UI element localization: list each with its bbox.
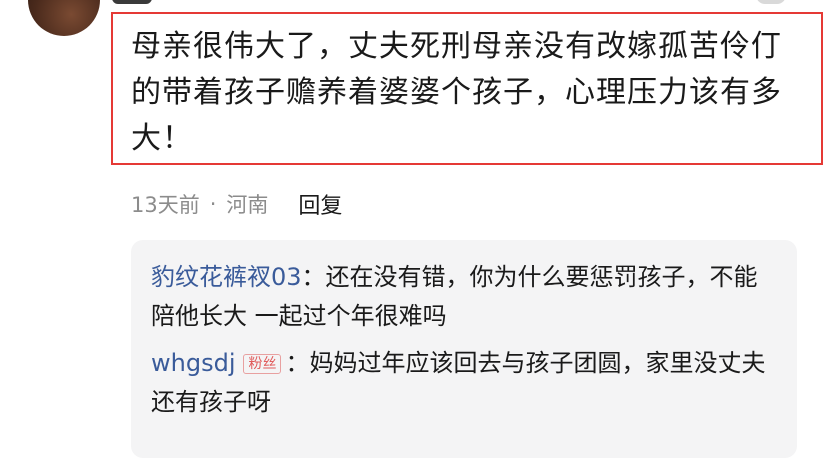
- reply-button[interactable]: 回复: [298, 188, 342, 220]
- reply-item: whgsdj 粉丝 ：妈妈过年应该回去与孩子团圆，家里没丈夫还有孩子呀: [151, 344, 779, 422]
- comment-text: 母亲很伟大了，丈夫死刑母亲没有改嫁孤苦伶仃的带着孩子赡养着婆婆个孩子，心理压力该…: [131, 29, 782, 156]
- reply-author-link[interactable]: 豹纹花裤衩03: [151, 263, 302, 291]
- reply-colon: ：: [301, 263, 326, 291]
- fan-badge: 粉丝: [243, 354, 282, 374]
- comment-location: 河南: [226, 193, 269, 217]
- reply-item: 豹纹花裤衩03：还在没有错，你为什么要惩罚孩子，不能陪他长大 一起过个年很难吗: [151, 258, 779, 336]
- avatar[interactable]: [28, 0, 100, 36]
- reply-thread: 豹纹花裤衩03：还在没有错，你为什么要惩罚孩子，不能陪他长大 一起过个年很难吗 …: [131, 240, 797, 458]
- comment-meta: 13天前 · 河南 回复: [131, 188, 342, 220]
- meta-separator: ·: [209, 192, 217, 216]
- action-fragment: [756, 0, 786, 4]
- reply-colon: ：: [285, 349, 310, 377]
- comment-time: 13天前: [131, 193, 200, 217]
- reply-author-link[interactable]: whgsdj: [151, 349, 235, 377]
- username-fragment: [112, 0, 152, 4]
- highlighted-comment: 母亲很伟大了，丈夫死刑母亲没有改嫁孤苦伶仃的带着孩子赡养着婆婆个孩子，心理压力该…: [111, 12, 823, 165]
